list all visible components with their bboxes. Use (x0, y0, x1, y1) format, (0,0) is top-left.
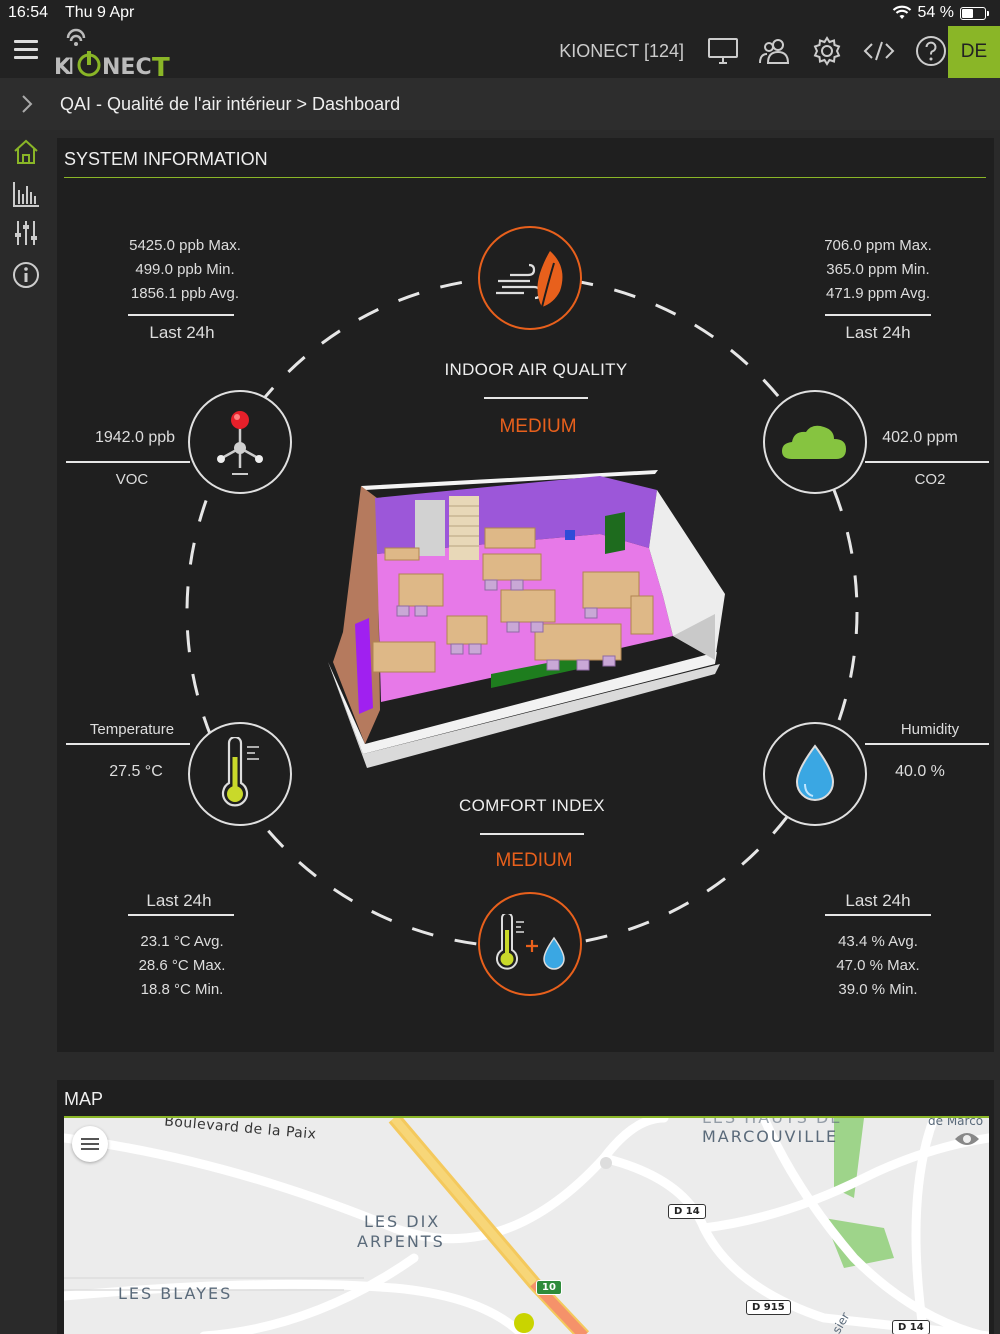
voc-button[interactable] (188, 390, 292, 494)
hum-stats: 43.4 % Avg. 47.0 % Max. 39.0 % Min. (810, 930, 946, 1002)
temp-max: 28.6 °C Max. (138, 957, 226, 974)
map-label: LES BLAYES (118, 1284, 233, 1303)
molecule-icon (217, 411, 263, 475)
map-label: de Marco (928, 1116, 984, 1128)
hum-period: Last 24h (845, 891, 911, 910)
map-label: ARPENTS (357, 1232, 445, 1251)
voc-label: VOC (115, 471, 149, 488)
voc-avg: 1856.1 ppb Avg. (130, 285, 240, 302)
air-quality-button[interactable] (478, 226, 582, 330)
divider (865, 743, 989, 745)
iaq-status: MEDIUM (499, 416, 577, 437)
humidity-label: Humidity (900, 721, 960, 738)
temperature-label: Temperature (89, 721, 175, 738)
humidity-button[interactable] (763, 722, 867, 826)
section-title: MAP (64, 1089, 104, 1109)
divider (825, 914, 931, 916)
road-badge: 10 (536, 1280, 562, 1295)
co2-avg: 471.9 ppm Avg. (826, 285, 930, 302)
eye-icon[interactable] (953, 1130, 981, 1153)
hum-min: 39.0 % Min. (838, 981, 918, 998)
road-badge: D 14 (892, 1320, 930, 1334)
divider (825, 314, 931, 316)
hum-max: 47.0 % Max. (836, 957, 920, 974)
divider (484, 397, 588, 399)
thermometer-icon (221, 737, 259, 807)
co2-max: 706.0 ppm Max. (824, 237, 932, 254)
air-quality-icon (496, 251, 563, 308)
voc-stats: 5425.0 ppb Max. 499.0 ppb Min. 1856.1 pp… (95, 234, 275, 306)
co2-min: 365.0 ppm Min. (826, 261, 930, 278)
divider (128, 314, 234, 316)
co2-button[interactable] (763, 390, 867, 494)
divider (128, 914, 234, 916)
co2-stats: 706.0 ppm Max. 365.0 ppm Min. 471.9 ppm … (790, 234, 966, 306)
divider (66, 743, 190, 745)
map-label: MARCOUVILLE (702, 1127, 839, 1146)
temp-stats: 23.1 °C Avg. 28.6 °C Max. 18.8 °C Min. (110, 930, 254, 1002)
divider (865, 461, 989, 463)
divider (66, 461, 190, 463)
iaq-title: INDOOR AIR QUALITY (444, 360, 628, 379)
co2-value: 402.0 ppm (882, 429, 958, 446)
voc-min: 499.0 ppb Min. (135, 261, 235, 278)
cloud-icon (782, 425, 846, 459)
divider (480, 833, 584, 835)
map-menu-button[interactable] (72, 1126, 108, 1162)
map-view[interactable]: Boulevard de la Paix LES DIX ARPENTS LES… (64, 1116, 989, 1334)
comfort-icon (496, 914, 565, 970)
menu-icon (81, 1138, 99, 1150)
voc-period: Last 24h (149, 323, 215, 342)
road-badge: D 14 (668, 1204, 706, 1219)
co2-label: CO2 (914, 471, 946, 488)
comfort-button[interactable] (478, 892, 582, 996)
temp-min: 18.8 °C Min. (140, 981, 224, 998)
hum-avg: 43.4 % Avg. (838, 933, 918, 950)
voc-value: 1942.0 ppb (94, 429, 176, 446)
temperature-value: 27.5 °C (109, 763, 163, 780)
classroom-3d-model (328, 470, 725, 768)
temp-avg: 23.1 °C Avg. (140, 933, 224, 950)
water-drop-icon (795, 744, 835, 801)
road-badge: D 915 (746, 1300, 791, 1315)
comfort-title: COMFORT INDEX (459, 796, 605, 815)
map-label: LES HAUTS DE (702, 1116, 843, 1127)
map-label: LES DIX (364, 1212, 441, 1231)
temperature-button[interactable] (188, 722, 292, 826)
humidity-value: 40.0 % (895, 763, 945, 780)
temp-period: Last 24h (146, 891, 212, 910)
voc-max: 5425.0 ppb Max. (129, 237, 241, 254)
co2-period: Last 24h (845, 323, 911, 342)
comfort-status: MEDIUM (495, 850, 573, 871)
